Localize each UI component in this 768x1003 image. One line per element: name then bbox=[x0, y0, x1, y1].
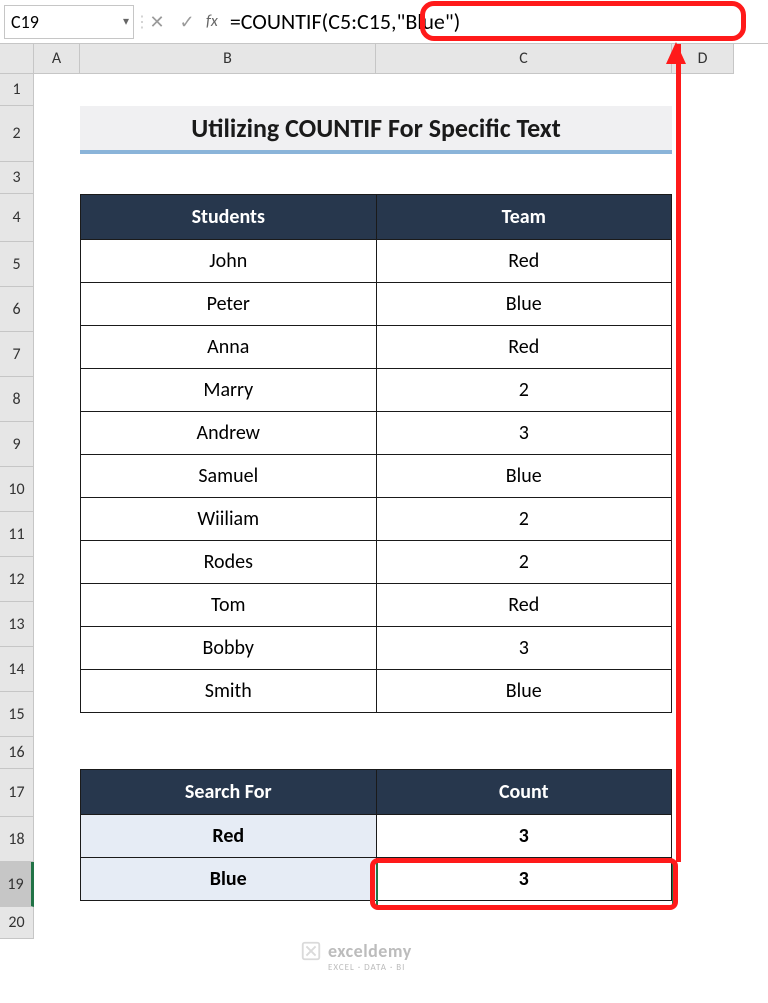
table-cell[interactable]: Marry bbox=[81, 369, 377, 412]
table-cell[interactable]: 2 bbox=[376, 498, 671, 541]
table-cell[interactable]: Red bbox=[376, 240, 671, 283]
table-row: AnnaRed bbox=[81, 326, 672, 369]
row-header-15[interactable]: 15 bbox=[0, 692, 34, 737]
row-header-2[interactable]: 2 bbox=[0, 106, 34, 162]
row-header-6[interactable]: 6 bbox=[0, 287, 34, 332]
table-cell[interactable]: 3 bbox=[376, 627, 671, 670]
table-cell[interactable]: Andrew bbox=[81, 412, 377, 455]
table-row: Bobby3 bbox=[81, 627, 672, 670]
table-cell[interactable]: Bobby bbox=[81, 627, 377, 670]
students-table: StudentsTeamJohnRedPeterBlueAnnaRedMarry… bbox=[80, 194, 672, 713]
row-header-17[interactable]: 17 bbox=[0, 769, 34, 817]
table-cell[interactable]: 3 bbox=[376, 412, 671, 455]
search-cell[interactable]: Blue bbox=[81, 858, 377, 901]
table-cell[interactable]: Rodes bbox=[81, 541, 377, 584]
fx-icon[interactable]: fx bbox=[202, 12, 226, 31]
table-cell[interactable]: Wiiliam bbox=[81, 498, 377, 541]
row-header-11[interactable]: 11 bbox=[0, 512, 34, 557]
name-box[interactable]: C19 ▾ bbox=[4, 5, 134, 39]
row-header-5[interactable]: 5 bbox=[0, 242, 34, 287]
table-row: Blue3 bbox=[81, 858, 672, 901]
table-header: Students bbox=[81, 195, 377, 240]
row-header-19[interactable]: 19 bbox=[0, 862, 34, 907]
table-row: Rodes2 bbox=[81, 541, 672, 584]
count-cell[interactable]: 3 bbox=[376, 815, 672, 858]
search-table: Search ForCountRed3Blue3 bbox=[80, 769, 672, 901]
cancel-icon[interactable]: ✕ bbox=[142, 5, 172, 39]
row-header-1[interactable]: 1 bbox=[0, 74, 34, 106]
column-header-A[interactable]: A bbox=[34, 44, 80, 74]
table-cell[interactable]: Blue bbox=[376, 670, 671, 713]
table-cell[interactable]: John bbox=[81, 240, 377, 283]
row-header-4[interactable]: 4 bbox=[0, 194, 34, 242]
table-row: PeterBlue bbox=[81, 283, 672, 326]
row-header-3[interactable]: 3 bbox=[0, 162, 34, 194]
row-header-13[interactable]: 13 bbox=[0, 602, 34, 647]
table-header: Count bbox=[376, 770, 672, 815]
separator: ⋮ bbox=[134, 12, 142, 32]
column-header-B[interactable]: B bbox=[80, 44, 376, 74]
page-title: Utilizing COUNTIF For Specific Text bbox=[80, 106, 672, 154]
table-cell[interactable]: 2 bbox=[376, 369, 671, 412]
row-header-10[interactable]: 10 bbox=[0, 467, 34, 512]
table-cell[interactable]: Blue bbox=[376, 455, 671, 498]
name-box-dropdown-icon[interactable]: ▾ bbox=[123, 14, 129, 29]
table-row: Wiiliam2 bbox=[81, 498, 672, 541]
table-cell[interactable]: Peter bbox=[81, 283, 377, 326]
row-header-7[interactable]: 7 bbox=[0, 332, 34, 377]
table-row: Red3 bbox=[81, 815, 672, 858]
row-headers: 1234567891011121314151617181920 bbox=[0, 74, 34, 939]
row-header-20[interactable]: 20 bbox=[0, 907, 34, 939]
name-box-value: C19 bbox=[11, 11, 39, 33]
column-header-D[interactable]: D bbox=[672, 44, 734, 74]
table-header: Search For bbox=[81, 770, 377, 815]
column-header-C[interactable]: C bbox=[376, 44, 672, 74]
watermark-logo-icon bbox=[300, 940, 322, 962]
table-row: TomRed bbox=[81, 584, 672, 627]
count-cell[interactable]: 3 bbox=[376, 858, 672, 901]
table-cell[interactable]: Red bbox=[376, 584, 671, 627]
row-header-16[interactable]: 16 bbox=[0, 737, 34, 769]
row-header-8[interactable]: 8 bbox=[0, 377, 34, 422]
table-row: Marry2 bbox=[81, 369, 672, 412]
select-all-corner[interactable] bbox=[0, 44, 34, 74]
formula-bar: C19 ▾ ⋮ ✕ ✓ fx =COUNTIF(C5:C15,"Blue") bbox=[0, 0, 768, 44]
row-header-9[interactable]: 9 bbox=[0, 422, 34, 467]
table-cell[interactable]: Blue bbox=[376, 283, 671, 326]
row-header-14[interactable]: 14 bbox=[0, 647, 34, 692]
table-cell[interactable]: 2 bbox=[376, 541, 671, 584]
row-header-18[interactable]: 18 bbox=[0, 817, 34, 862]
table-cell[interactable]: Samuel bbox=[81, 455, 377, 498]
search-cell[interactable]: Red bbox=[81, 815, 377, 858]
table-cell[interactable]: Red bbox=[376, 326, 671, 369]
annotation-line-vertical bbox=[676, 44, 681, 862]
table-cell[interactable]: Smith bbox=[81, 670, 377, 713]
table-row: JohnRed bbox=[81, 240, 672, 283]
enter-icon[interactable]: ✓ bbox=[172, 5, 202, 39]
table-row: Andrew3 bbox=[81, 412, 672, 455]
column-headers: ABCD bbox=[34, 44, 734, 74]
table-row: SamuelBlue bbox=[81, 455, 672, 498]
row-header-12[interactable]: 12 bbox=[0, 557, 34, 602]
watermark: exceldemy bbox=[300, 940, 412, 962]
table-cell[interactable]: Tom bbox=[81, 584, 377, 627]
table-row: SmithBlue bbox=[81, 670, 672, 713]
table-header: Team bbox=[376, 195, 671, 240]
formula-input[interactable]: =COUNTIF(C5:C15,"Blue") bbox=[226, 5, 768, 39]
watermark-subtitle: EXCEL · DATA · BI bbox=[328, 962, 405, 973]
watermark-brand: exceldemy bbox=[328, 940, 412, 962]
formula-text: =COUNTIF(C5:C15,"Blue") bbox=[230, 8, 461, 35]
table-cell[interactable]: Anna bbox=[81, 326, 377, 369]
